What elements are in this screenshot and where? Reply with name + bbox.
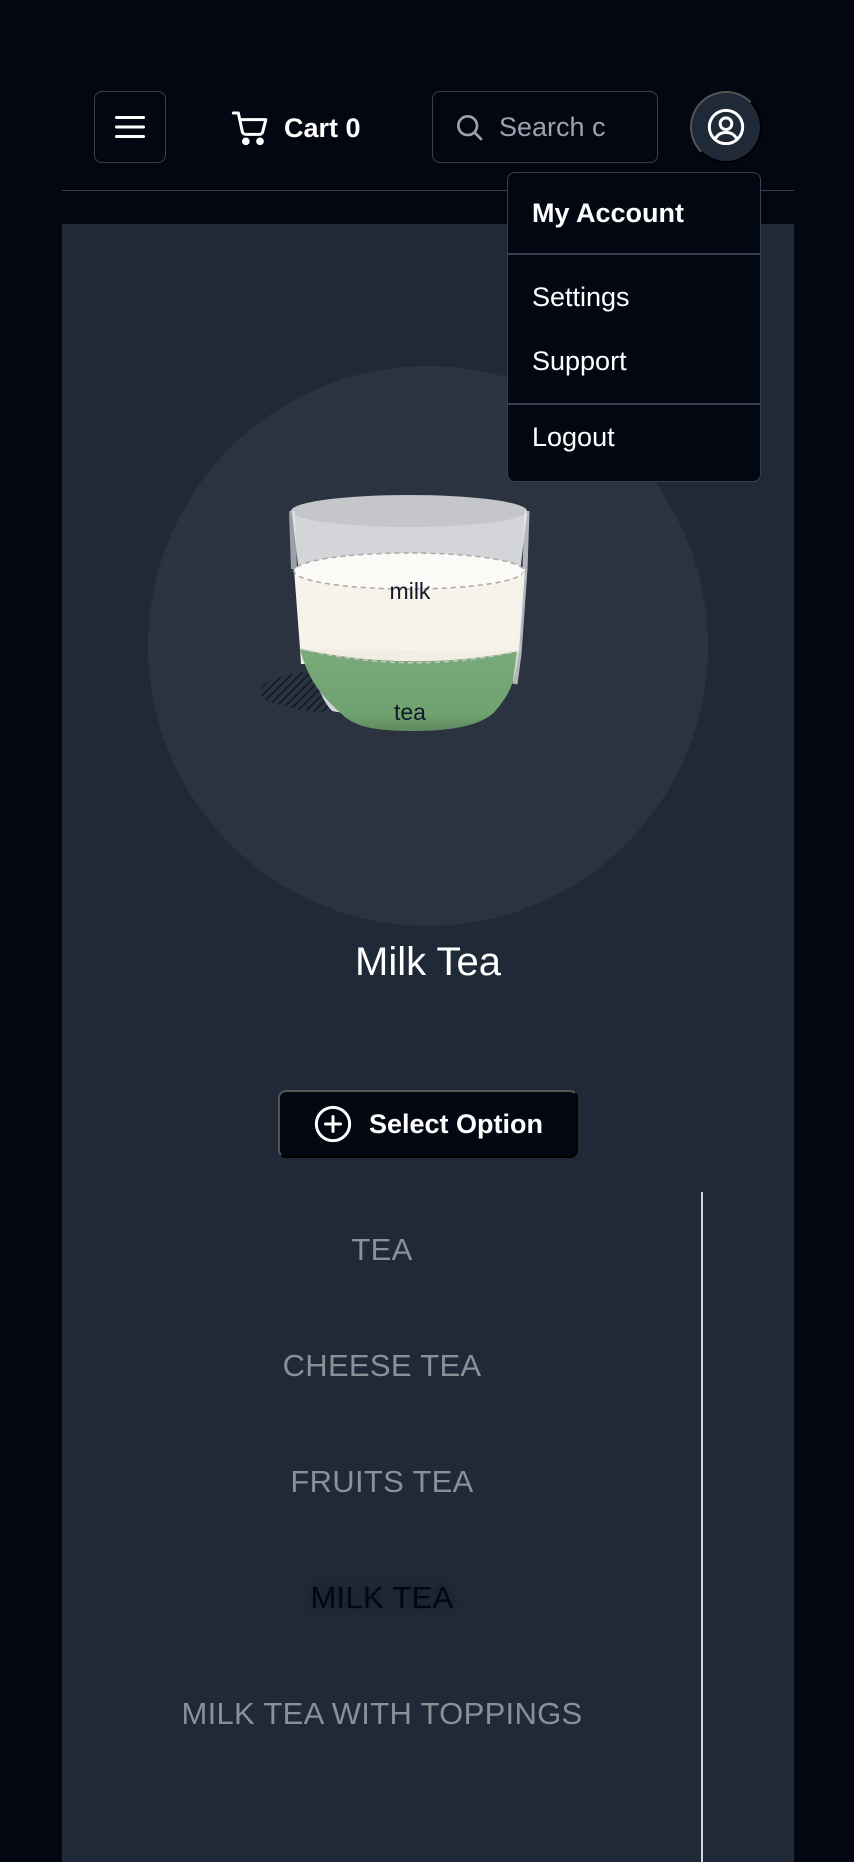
menu-item-logout[interactable]: Logout	[508, 405, 760, 469]
account-button[interactable]	[690, 91, 762, 163]
cart-label: Cart 0	[284, 112, 361, 143]
plus-circle-icon	[314, 1105, 352, 1143]
account-menu-heading: My Account	[508, 173, 760, 255]
menu-item-support[interactable]: Support	[508, 329, 760, 393]
category-item-tea[interactable]: TEA	[62, 1192, 702, 1308]
shopping-cart-icon	[231, 111, 268, 146]
category-item-milk-tea-with-toppings[interactable]: MILK TEA WITH TOPPINGS	[62, 1656, 702, 1772]
search-icon	[457, 115, 483, 141]
tea-layer-label: tea	[394, 699, 426, 725]
account-dropdown-menu: My Account Settings Support Logout	[507, 172, 761, 482]
category-scroll-divider	[701, 1192, 703, 1862]
category-item-fruits-tea[interactable]: FRUITS TEA	[62, 1424, 702, 1540]
top-header: Cart 0	[62, 0, 794, 191]
menu-item-settings[interactable]: Settings	[508, 265, 760, 329]
product-name: Milk Tea	[355, 940, 501, 984]
hamburger-menu-icon	[115, 116, 145, 138]
menu-button[interactable]	[94, 91, 166, 163]
search-box[interactable]	[432, 91, 658, 163]
category-item-milk-tea[interactable]: MILK TEA	[62, 1540, 702, 1656]
select-option-button[interactable]: Select Option	[278, 1090, 578, 1158]
milk-layer-label: milk	[390, 578, 431, 604]
cart-button[interactable]: Cart 0	[230, 104, 361, 152]
drink-cup-illustration: milk tea	[260, 495, 530, 731]
user-circle-icon	[707, 108, 745, 146]
search-input[interactable]	[499, 111, 609, 143]
category-item-cheese-tea[interactable]: CHEESE TEA	[62, 1308, 702, 1424]
category-list: TEA CHEESE TEA FRUITS TEA MILK TEA MILK …	[62, 1192, 702, 1772]
select-option-label: Select Option	[368, 1108, 544, 1139]
